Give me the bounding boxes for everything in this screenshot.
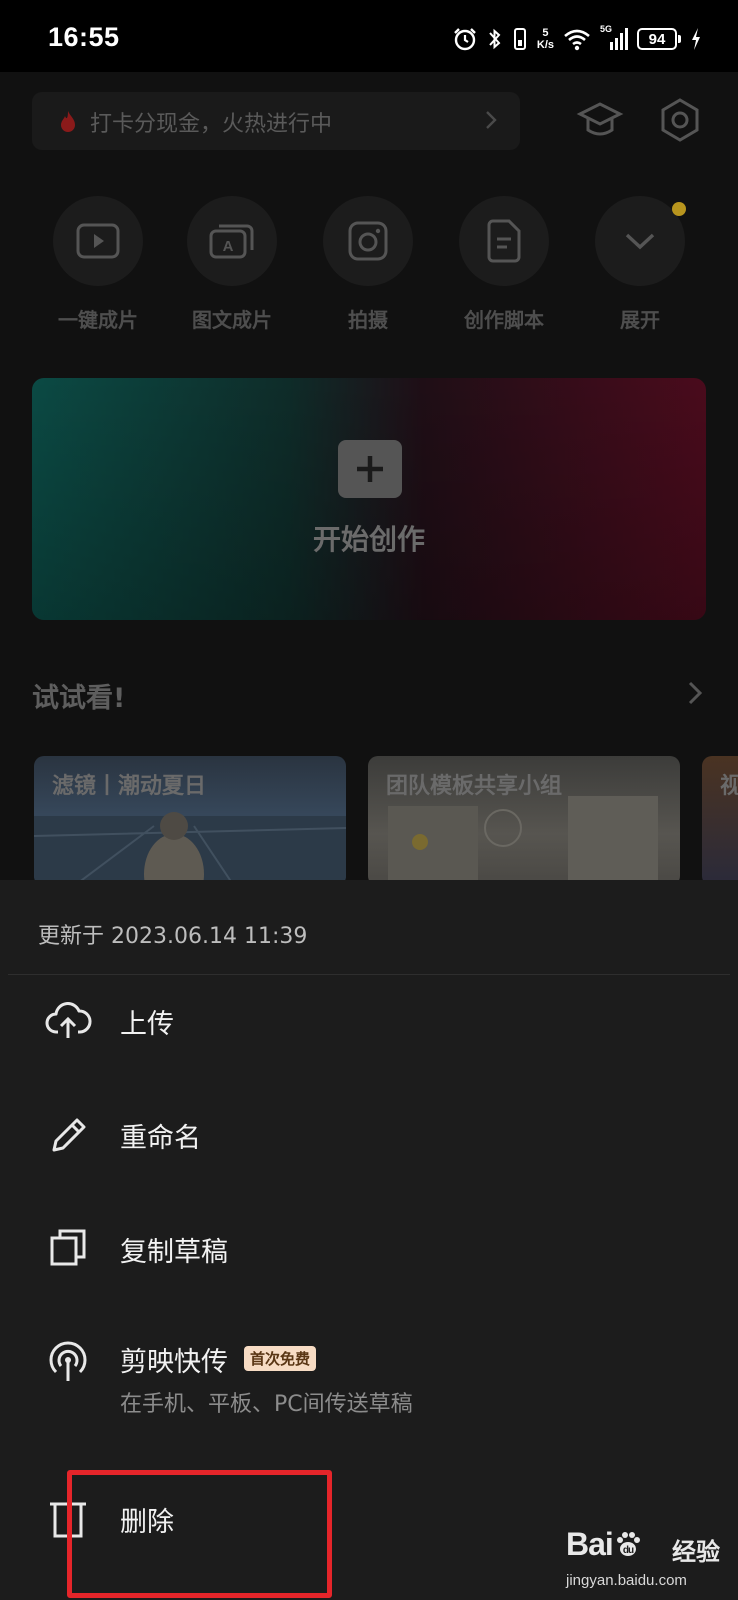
chevron-right-icon: [486, 111, 497, 129]
tool-label: 拍摄: [348, 308, 388, 332]
cellular-signal: 5G: [600, 24, 628, 52]
menu-label: 剪映快传: [120, 1347, 228, 1378]
section-title-try: 试试看!: [32, 683, 126, 714]
tool-expand[interactable]: 展开: [580, 196, 700, 333]
text-image-icon: A: [209, 224, 254, 259]
battery-indicator: 94: [637, 28, 681, 50]
script-document-icon: [487, 219, 521, 263]
template-card[interactable]: 滤镜丨潮动夏日: [34, 756, 346, 880]
draft-updated-time: 更新于 2023.06.14 11:39: [38, 924, 308, 949]
charging-icon: [692, 28, 700, 50]
template-label: 滤镜丨潮动夏日: [52, 774, 207, 799]
menu-item-quick-transfer[interactable]: 剪映快传 首次免费 在手机、平板、PC间传送草稿: [0, 1324, 738, 1442]
flame-icon: [61, 111, 75, 132]
template-label: 团队模板共享小组: [386, 774, 563, 799]
net-speed-unit: K/s: [536, 39, 554, 51]
net-speed-value: 5: [542, 27, 549, 39]
highlight-annotation: [67, 1470, 332, 1598]
paw-icon: du: [616, 1532, 640, 1556]
bluetooth-icon: [489, 28, 501, 50]
broadcast-icon: [49, 1341, 87, 1381]
template-card[interactable]: 团队模板共享小组: [368, 756, 680, 880]
copy-icon: [50, 1229, 86, 1266]
status-bar: 16:55 5 K/s 5G 94: [0, 0, 738, 72]
promo-text: 打卡分现金，火热进行中: [90, 112, 333, 137]
menu-item-rename[interactable]: 重命名: [0, 1096, 738, 1196]
vibrate-icon: [513, 28, 526, 50]
baidu-jingyan-label: 经验: [672, 1538, 720, 1566]
tool-label: 图文成片: [192, 308, 272, 332]
menu-item-upload[interactable]: 上传: [0, 982, 738, 1082]
promo-banner[interactable]: 打卡分现金，火热进行中: [32, 92, 520, 150]
tool-one-click-video[interactable]: 一键成片: [38, 196, 158, 333]
svg-text:A: A: [223, 238, 234, 255]
menu-label: 上传: [120, 1009, 174, 1040]
net-speed: 5 K/s: [537, 27, 554, 51]
notification-dot: [672, 202, 686, 216]
menu-sublabel: 在手机、平板、PC间传送草稿: [120, 1392, 413, 1417]
template-label: 视: [720, 774, 738, 799]
camera-icon: [348, 221, 388, 261]
tool-camera[interactable]: 拍摄: [308, 196, 428, 333]
tool-text-to-video[interactable]: A 图文成片: [172, 196, 292, 333]
battery-level: 94: [648, 30, 666, 48]
baidu-brand-suffix: du: [623, 1545, 634, 1556]
baidu-watermark: Bai du 经验 jingyan.baidu.com: [560, 1520, 720, 1596]
plus-icon: [338, 440, 402, 498]
tool-label: 创作脚本: [464, 308, 544, 332]
tool-label: 一键成片: [58, 308, 138, 332]
settings-icon[interactable]: [656, 96, 704, 144]
baidu-logo: Bai du: [566, 1526, 643, 1563]
start-creating-label: 开始创作: [312, 523, 425, 556]
pencil-icon: [52, 1118, 86, 1152]
chevron-down-icon: [625, 233, 655, 250]
start-creating-card[interactable]: 开始创作: [32, 378, 706, 620]
graduation-cap-icon[interactable]: [576, 96, 624, 144]
template-card[interactable]: 视: [702, 756, 738, 880]
baidu-url: jingyan.baidu.com: [566, 1572, 687, 1589]
tool-circle: A: [187, 196, 277, 286]
alarm-icon: [454, 28, 476, 51]
play-video-icon: [76, 223, 120, 259]
status-time: 16:55: [48, 22, 120, 52]
divider: [8, 974, 730, 975]
baidu-brand: Bai: [566, 1526, 614, 1562]
status-icons: 5 K/s 5G 94: [452, 24, 702, 54]
cellular-signal-icon: [610, 28, 628, 50]
wifi-icon: [564, 29, 590, 51]
menu-label: 重命名: [120, 1123, 201, 1154]
tool-script[interactable]: 创作脚本: [444, 196, 564, 333]
cloud-upload-icon: [45, 1002, 92, 1038]
menu-item-duplicate[interactable]: 复制草稿: [0, 1210, 738, 1310]
tool-label: 展开: [620, 308, 660, 332]
first-time-free-badge: 首次免费: [244, 1346, 317, 1371]
tool-circle: [323, 196, 413, 286]
tool-circle: [53, 196, 143, 286]
home-screen: 打卡分现金，火热进行中 一键成片 A 图文成片 拍摄 创作脚本 展开 开始创作 …: [0, 72, 738, 880]
chevron-right-icon[interactable]: [686, 678, 704, 708]
menu-label: 复制草稿: [120, 1237, 228, 1268]
tool-circle: [459, 196, 549, 286]
quick-tools: 一键成片 A 图文成片 拍摄 创作脚本 展开: [0, 196, 738, 336]
